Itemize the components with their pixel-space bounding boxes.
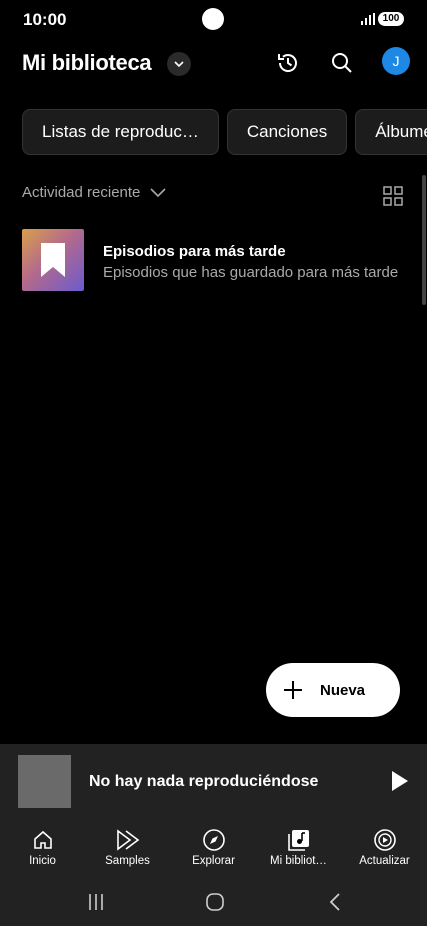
signal-icon — [361, 13, 375, 25]
bottom-nav: Inicio Samples Explorar Mi bibliot… Actu… — [0, 822, 427, 882]
battery-icon: 100 — [378, 12, 404, 26]
new-button-label: Nueva — [320, 681, 366, 699]
scrollbar[interactable] — [422, 175, 426, 305]
samples-icon — [115, 827, 141, 853]
camera-cutout — [202, 8, 224, 30]
status-bar: 10:00 100 — [0, 0, 427, 40]
nav-label: Inicio — [29, 855, 56, 867]
system-nav-bar — [0, 882, 427, 926]
mini-player-thumbnail — [18, 755, 71, 808]
chip-albums[interactable]: Álbumes — [355, 109, 427, 155]
back-icon — [329, 893, 340, 911]
avatar[interactable]: J — [382, 47, 410, 75]
nav-label: Samples — [105, 855, 150, 867]
list-item[interactable]: Episodios para más tarde Episodios que h… — [22, 229, 422, 293]
nav-label: Actualizar — [359, 855, 410, 867]
history-icon — [278, 54, 297, 72]
nav-item-home[interactable]: Inicio — [0, 822, 85, 882]
mini-player-text: No hay nada reproduciéndose — [89, 773, 319, 790]
grid-view-icon[interactable] — [383, 186, 403, 206]
nav-item-library[interactable]: Mi bibliot… — [256, 822, 341, 882]
play-icon[interactable] — [390, 770, 410, 792]
recent-apps-icon — [89, 894, 103, 910]
home-circle-icon — [206, 893, 224, 911]
back-button[interactable] — [320, 890, 350, 914]
nav-item-explore[interactable]: Explorar — [171, 822, 256, 882]
upgrade-icon — [372, 827, 398, 853]
nav-item-upgrade[interactable]: Actualizar — [342, 822, 427, 882]
search-icon — [332, 53, 352, 73]
sort-label: Actividad reciente — [22, 184, 141, 201]
sort-dropdown[interactable]: Actividad reciente — [22, 184, 166, 201]
nav-label: Explorar — [192, 855, 235, 867]
nav-item-samples[interactable]: Samples — [85, 822, 170, 882]
mini-player[interactable]: No hay nada reproduciéndose — [0, 744, 427, 822]
library-dropdown-button[interactable] — [167, 52, 191, 76]
recent-apps-button[interactable] — [81, 890, 111, 914]
home-system-button[interactable] — [200, 890, 230, 914]
list-item-subtitle: Episodios que has guardado para más tard… — [103, 264, 399, 281]
search-button[interactable] — [327, 48, 357, 78]
status-time: 10:00 — [23, 10, 67, 29]
bookmark-icon — [41, 243, 65, 277]
playlist-thumbnail — [22, 229, 84, 291]
chevron-down-icon — [174, 61, 184, 68]
page-title: Mi biblioteca — [22, 50, 152, 75]
chip-songs[interactable]: Canciones — [226, 109, 348, 155]
list-item-title: Episodios para más tarde — [103, 243, 286, 260]
nav-label: Mi bibliot… — [270, 855, 327, 867]
library-icon — [286, 827, 312, 853]
chip-playlists[interactable]: Listas de reproduc… — [22, 109, 219, 155]
compass-icon — [201, 827, 227, 853]
new-button[interactable]: Nueva — [266, 663, 400, 717]
history-button[interactable] — [273, 48, 303, 78]
filter-chips: Listas de reproduc…CancionesÁlbumes — [22, 109, 427, 155]
plus-icon — [282, 679, 304, 701]
chevron-down-icon — [150, 187, 166, 197]
header: Mi biblioteca — [0, 44, 427, 84]
home-icon — [30, 827, 56, 853]
